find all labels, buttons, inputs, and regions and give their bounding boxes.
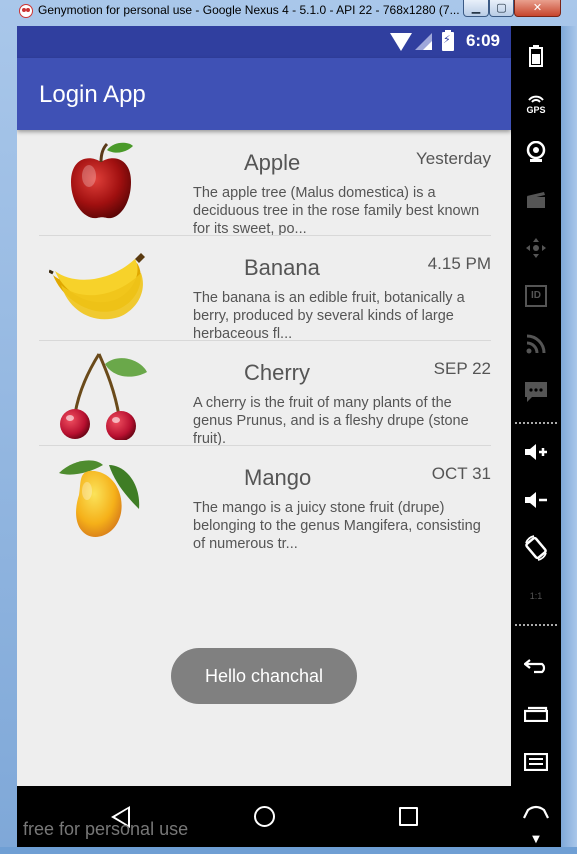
fruit-name: Banana (244, 255, 320, 280)
device-screen: 6:09 Login App Apple Yesterday The apple… (17, 26, 511, 847)
fruit-time: 4.15 PM (427, 254, 491, 273)
navigation-bar: free for personal use (17, 786, 511, 847)
window-title: Genymotion for personal use - Google Nex… (38, 3, 460, 17)
back-icon[interactable] (511, 646, 561, 686)
camera-icon[interactable] (511, 132, 561, 172)
list-item-banana[interactable]: Banana 4.15 PM The banana is an edible f… (39, 237, 491, 342)
apple-image (71, 142, 133, 219)
fruit-description: The banana is an edible fruit, botanical… (193, 290, 465, 342)
genymotion-app-icon (19, 4, 33, 18)
list-item-mango[interactable]: Mango OCT 31 The mango is a juicy stone … (39, 447, 491, 552)
id-label: ID (525, 285, 547, 307)
app-toolbar: Login App (17, 58, 511, 130)
list-item-apple[interactable]: Apple Yesterday The apple tree (Malus do… (39, 132, 491, 237)
id-icon[interactable]: ID (511, 276, 561, 316)
recents-icon[interactable] (399, 807, 418, 826)
cherry-image (60, 353, 147, 440)
battery-icon[interactable] (511, 36, 561, 76)
rotate-icon[interactable] (511, 528, 561, 568)
watermark: free for personal use (23, 819, 189, 839)
pixel-perfect-icon[interactable]: 1:1 (511, 576, 561, 616)
video-icon[interactable] (511, 180, 561, 220)
close-button[interactable]: ✕ (514, 0, 561, 17)
rss-icon[interactable] (511, 324, 561, 364)
signal-icon (415, 33, 432, 50)
menu-icon[interactable] (511, 742, 561, 782)
gps-label: GPS (526, 104, 546, 115)
toast-message: Hello chanchal (171, 648, 357, 704)
minimize-button[interactable]: ▁ (463, 0, 489, 17)
battery-charging-icon (442, 30, 454, 51)
banana-image (49, 253, 145, 320)
fruit-time: OCT 31 (431, 464, 491, 483)
toolbar-title: Login App (39, 81, 146, 108)
recents-icon[interactable] (511, 694, 561, 734)
volume-up-icon[interactable] (511, 432, 561, 472)
list-divider (39, 445, 491, 446)
volume-down-icon[interactable] (511, 480, 561, 520)
fruit-name: Apple (244, 150, 301, 175)
status-bar: 6:09 (17, 26, 511, 58)
list-divider (39, 235, 491, 236)
pixel-perfect-label: 1:1 (529, 591, 543, 601)
fruit-time: SEP 22 (433, 359, 491, 378)
list-item-cherry[interactable]: Cherry SEP 22 A cherry is the fruit of m… (39, 342, 491, 447)
fruit-time: Yesterday (416, 149, 491, 168)
status-time: 6:09 (465, 31, 500, 50)
sidebar-divider (515, 422, 557, 424)
wifi-icon (390, 33, 412, 51)
maximize-button[interactable]: ▢ (489, 0, 514, 17)
emulator-sidebar: GPS ID 1:1 ▼ (511, 26, 561, 847)
fruit-description: The mango is a juicy stone fruit (drupe)… (193, 500, 481, 552)
fruit-description: The apple tree (Malus domestica) is a de… (193, 185, 480, 237)
window-frame-right (561, 26, 577, 847)
home-icon[interactable] (254, 806, 275, 827)
fruit-name: Cherry (244, 360, 311, 385)
window-titlebar[interactable]: Genymotion for personal use - Google Nex… (0, 0, 577, 24)
gps-icon[interactable]: GPS (511, 84, 561, 124)
fruit-name: Mango (244, 465, 312, 490)
scroll-down-icon[interactable]: ▼ (511, 824, 561, 854)
mango-image (59, 460, 140, 537)
list-divider (39, 340, 491, 341)
fruit-description: A cherry is the fruit of many plants of … (193, 395, 469, 447)
sms-icon[interactable] (511, 372, 561, 412)
sidebar-divider (515, 624, 557, 626)
dpad-icon[interactable] (511, 228, 561, 268)
